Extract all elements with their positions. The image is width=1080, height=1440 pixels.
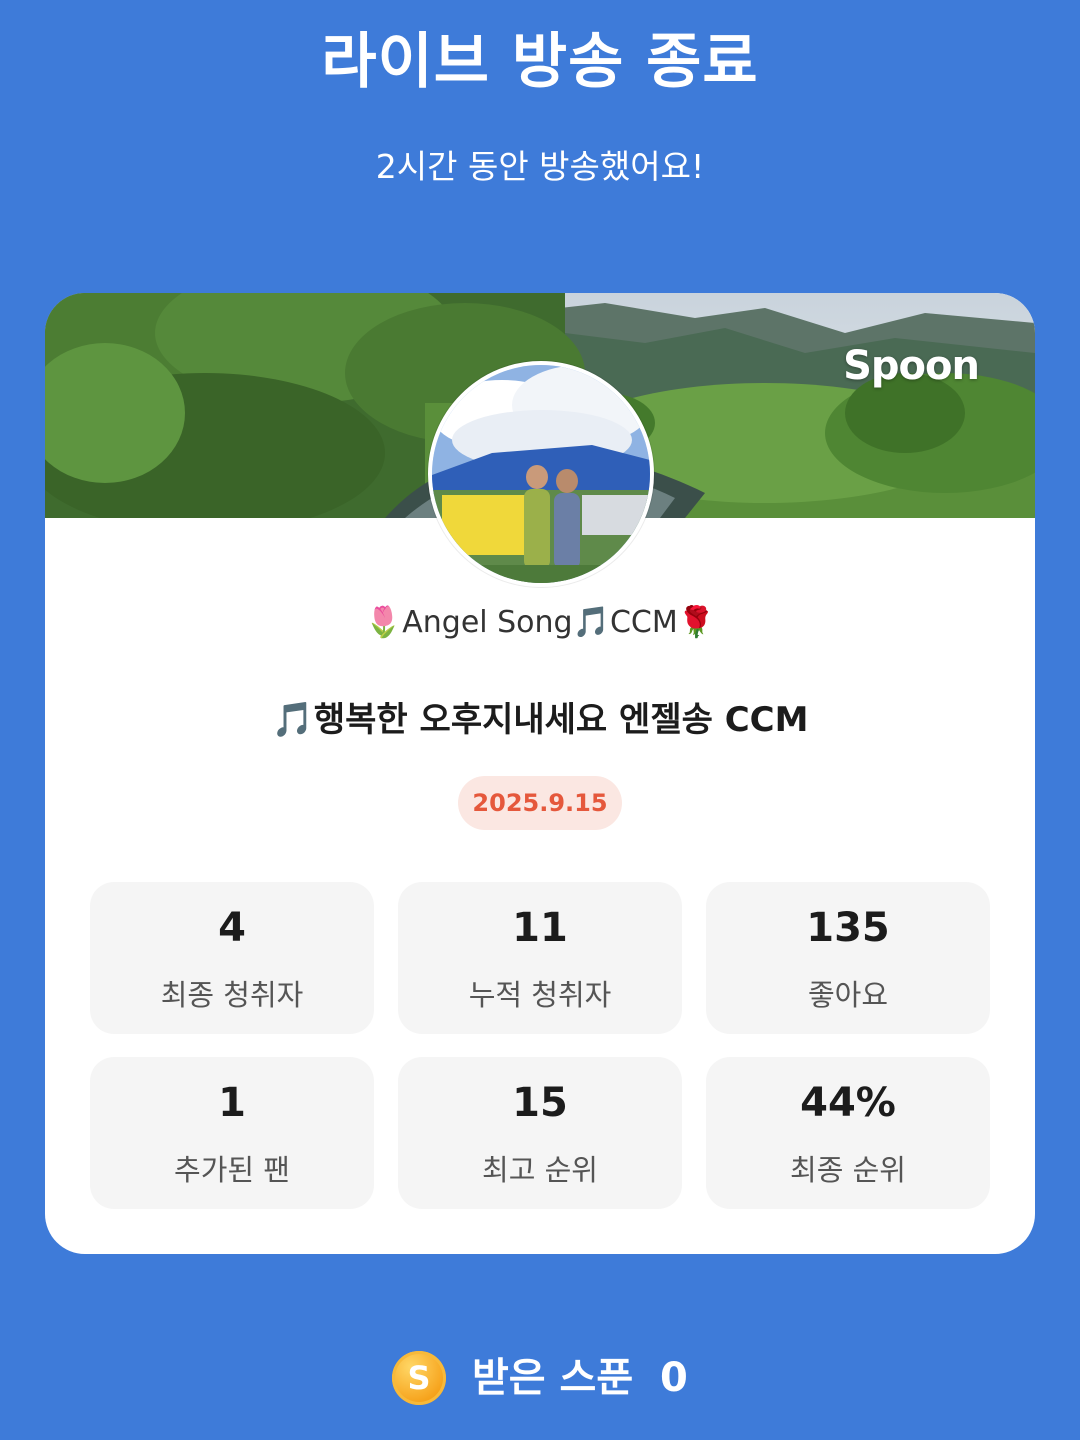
host-name: 🌷Angel Song🎵CCM🌹 xyxy=(45,603,1035,643)
stat-label: 최종 청취자 xyxy=(160,978,304,1012)
stat-label: 최종 순위 xyxy=(790,1153,906,1187)
broadcast-duration-text: 2시간 동안 방송했어요! xyxy=(375,147,705,186)
stat-final-listeners: 4 최종 청취자 xyxy=(90,882,374,1034)
live-title-text: 행복한 오후지내세요 엔젤송 CCM xyxy=(313,700,809,740)
broadcast-summary-card: Spoon 🌷Angel Song🎵CCM🌹 🎵행복한 오후지내세요 엔젤송 C… xyxy=(45,293,1035,1254)
received-spoons: S 받은 스푼 0 xyxy=(0,1347,1080,1411)
stat-new-fans: 1 추가된 팬 xyxy=(90,1057,374,1209)
received-spoons-count: 0 xyxy=(660,1355,688,1401)
host-name-part-2: CCM xyxy=(609,605,678,640)
stat-likes: 135 좋아요 xyxy=(706,882,990,1034)
host-avatar xyxy=(428,361,654,587)
stat-value: 135 xyxy=(806,905,890,951)
spoon-logo: Spoon xyxy=(843,343,980,389)
received-spoons-label: 받은 스푼 xyxy=(472,1355,634,1401)
stat-value: 4 xyxy=(218,905,246,951)
stat-final-rank: 44% 최종 순위 xyxy=(706,1057,990,1209)
host-name-part-1: Angel Song xyxy=(402,605,573,640)
music-note-icon: 🎵 xyxy=(271,700,314,740)
stat-label: 누적 청취자 xyxy=(468,978,612,1012)
spoon-coin-icon: S xyxy=(392,1351,446,1405)
stat-label: 추가된 팬 xyxy=(174,1153,290,1187)
tulip-icon: 🌷 xyxy=(364,605,403,640)
stat-label: 최고 순위 xyxy=(482,1153,598,1187)
stat-value: 11 xyxy=(512,905,568,951)
broadcast-date-badge: 2025.9.15 xyxy=(458,776,622,830)
live-title: 🎵행복한 오후지내세요 엔젤송 CCM xyxy=(45,697,1035,743)
stat-value: 44% xyxy=(800,1080,896,1126)
stat-total-listeners: 11 누적 청취자 xyxy=(398,882,682,1034)
stat-value: 1 xyxy=(218,1080,246,1126)
page-title: 라이브 방송 종료 xyxy=(321,27,759,97)
stat-value: 15 xyxy=(512,1080,568,1126)
stat-best-rank: 15 최고 순위 xyxy=(398,1057,682,1209)
music-note-icon: 🎵 xyxy=(572,605,610,640)
rose-icon: 🌹 xyxy=(677,605,716,640)
stat-label: 좋아요 xyxy=(807,978,889,1012)
